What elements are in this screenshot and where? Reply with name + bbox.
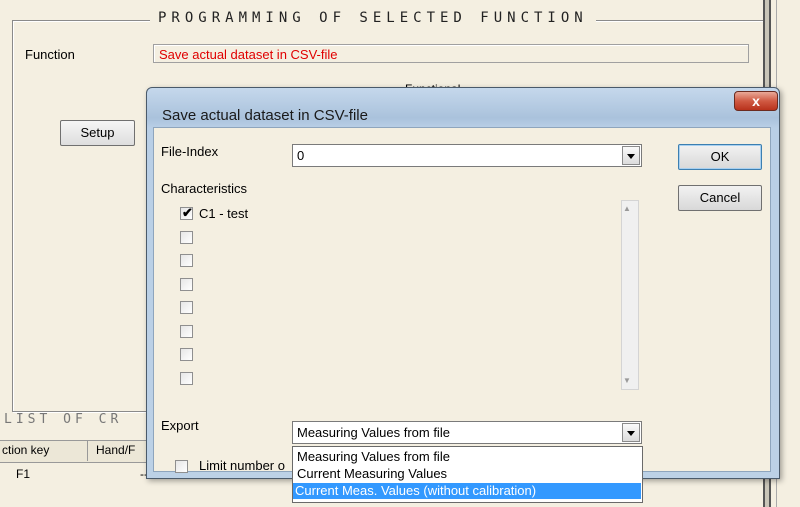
ok-button[interactable]: OK	[678, 144, 762, 170]
characteristics-label: Characteristics	[161, 181, 247, 196]
group-title: PROGRAMMING OF SELECTED FUNCTION	[150, 10, 596, 26]
column-header-key[interactable]: ction key	[2, 443, 49, 457]
characteristic-checkbox[interactable]: ✔	[180, 205, 193, 220]
export-value[interactable]: Measuring Values from file	[297, 425, 450, 440]
checkmark-icon: ✔	[182, 205, 193, 220]
limit-number-label: Limit number o	[199, 458, 285, 473]
characteristic-checkbox[interactable]	[180, 372, 193, 385]
function-value-field[interactable]: Save actual dataset in CSV-file	[153, 44, 749, 63]
chevron-down-icon[interactable]	[622, 423, 640, 442]
scroll-down-icon[interactable]: ▼	[623, 376, 631, 385]
export-option-highlighted[interactable]: Current Meas. Values (without calibratio…	[293, 483, 641, 499]
chevron-down-icon[interactable]	[622, 146, 640, 165]
export-option[interactable]: Current Measuring Values	[295, 466, 640, 482]
characteristic-checkbox[interactable]	[180, 278, 193, 291]
characteristic-label: C1 - test	[199, 206, 249, 221]
export-option[interactable]: Measuring Values from file	[295, 449, 640, 465]
characteristic-checkbox[interactable]	[180, 301, 193, 314]
scroll-up-icon[interactable]: ▲	[623, 204, 631, 213]
characteristic-checkbox[interactable]	[180, 231, 193, 244]
characteristic-checkbox[interactable]	[180, 325, 193, 338]
list-row-key[interactable]: F1	[16, 467, 30, 481]
function-label: Function	[25, 47, 75, 62]
dialog-title: Save actual dataset in CSV-file	[162, 107, 368, 124]
characteristic-checkbox[interactable]	[180, 254, 193, 267]
characteristics-scrollbar[interactable]	[621, 200, 639, 390]
column-divider[interactable]	[87, 440, 88, 461]
characteristic-checkbox[interactable]	[180, 348, 193, 361]
file-index-combobox[interactable]	[292, 144, 642, 167]
file-index-label: File-Index	[161, 144, 219, 159]
file-index-value[interactable]: 0	[297, 148, 304, 163]
limit-number-checkbox[interactable]	[175, 460, 188, 473]
export-label: Export	[161, 418, 199, 433]
close-icon[interactable]: x	[734, 91, 778, 111]
setup-button[interactable]: Setup	[60, 120, 135, 146]
column-header-hand[interactable]: Hand/F	[96, 443, 135, 457]
list-title: LIST OF CR	[4, 412, 123, 427]
cancel-button[interactable]: Cancel	[678, 185, 762, 211]
